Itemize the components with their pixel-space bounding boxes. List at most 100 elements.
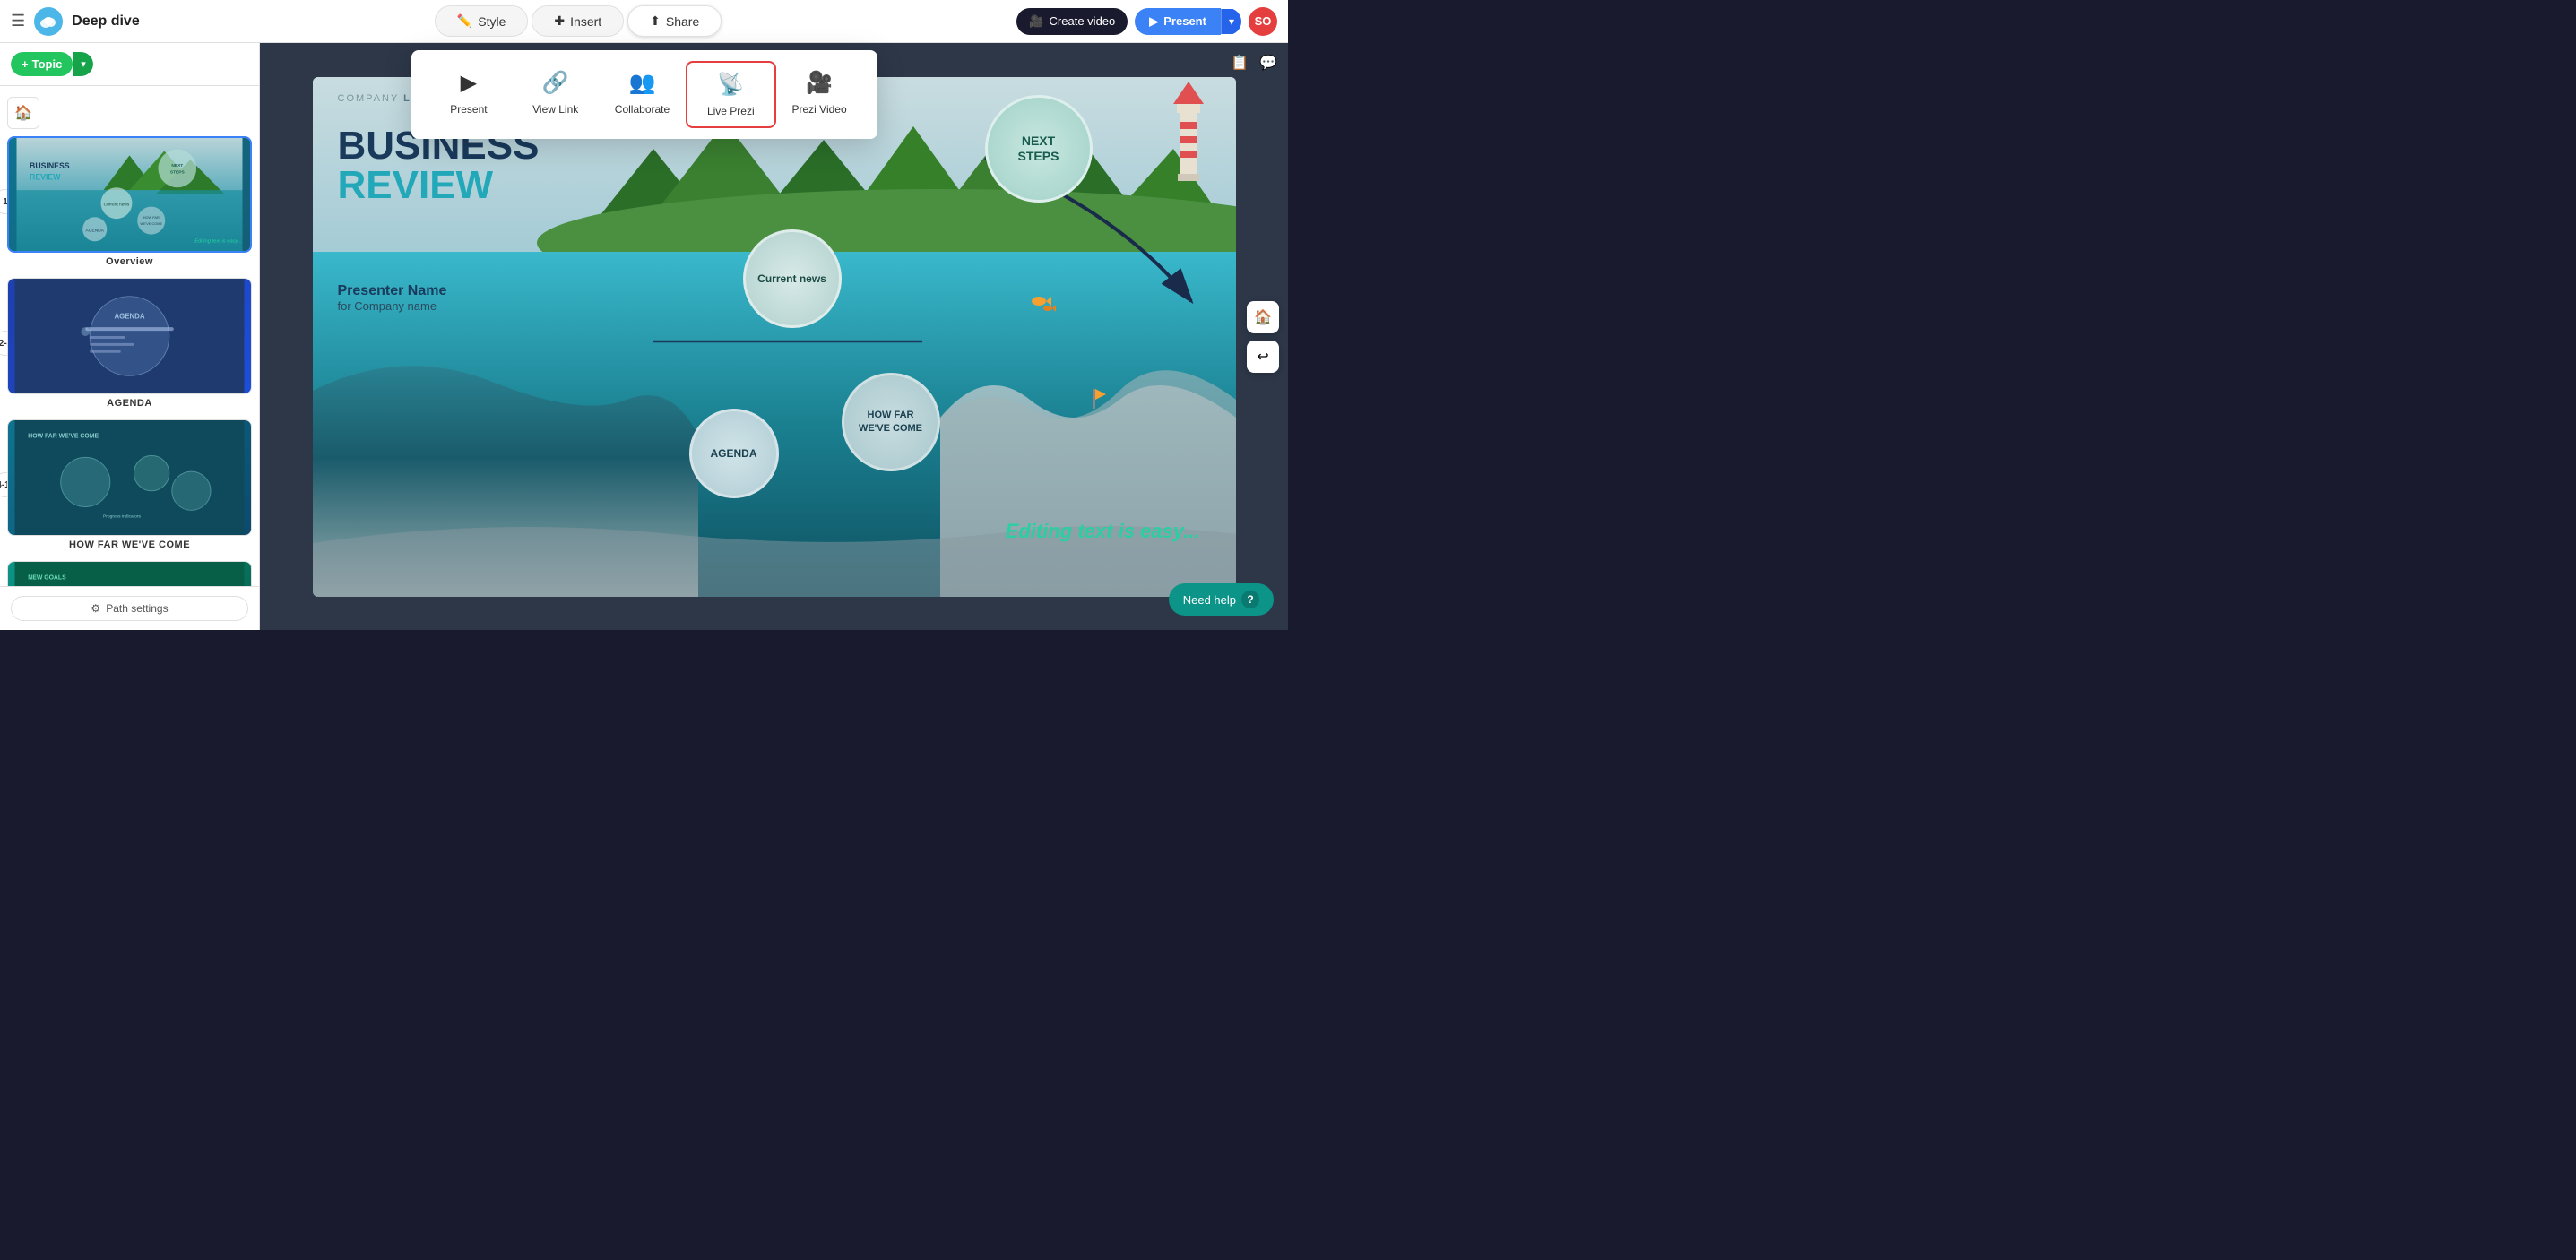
topic-button[interactable]: + Topic [11, 52, 73, 76]
notes-icon[interactable]: 📋 [1227, 50, 1252, 75]
sidebar-list: 🏠 1 [0, 86, 259, 586]
how-far-line2: WE'VE COME [859, 422, 922, 435]
thumb-content-newgoals: NEW GOALS [8, 562, 251, 586]
how-far-circle[interactable]: HOW FAR WE'VE COME [842, 373, 940, 471]
canvas-toolbar: 📋 💬 [1227, 50, 1281, 75]
avatar: SO [1249, 7, 1277, 36]
slide-main: COMPANY LOGO BUSINESS REVIEW Presenter N… [313, 77, 1236, 597]
slide-thumb-newgoals: NEW GOALS [7, 561, 252, 586]
svg-text:Progress indicators: Progress indicators [103, 513, 142, 519]
share-label: Share [666, 14, 699, 29]
live-prezi-icon: 📡 [717, 72, 744, 98]
svg-text:WE'VE COME: WE'VE COME [140, 221, 162, 226]
presenter-info: Presenter Name for Company name [338, 283, 447, 313]
share-present-label: Present [450, 103, 487, 116]
svg-text:STEPS: STEPS [170, 170, 186, 176]
insert-icon: ✚ [554, 13, 565, 29]
slide-label-howfar: HOW FAR WE'VE COME [7, 539, 252, 550]
topbar-center: ✏️ Style ✚ Insert ⬆ Share [151, 5, 1007, 37]
insert-label: Insert [570, 14, 601, 29]
share-item-present[interactable]: ▶ Present [426, 61, 513, 128]
svg-text:AGENDA: AGENDA [114, 312, 144, 320]
svg-text:HOW FAR WE'VE COME: HOW FAR WE'VE COME [28, 434, 99, 440]
tab-insert[interactable]: ✚ Insert [532, 5, 624, 37]
present-label: Present [1163, 14, 1206, 28]
slide-label-agenda: AGENDA [7, 398, 252, 409]
create-video-button[interactable]: 🎥 Create video [1016, 8, 1128, 35]
present-dropdown-icon: ▶ [461, 70, 477, 96]
sidebar: + Topic ▾ 🏠 1 [0, 43, 260, 630]
share-item-viewlink[interactable]: 🔗 View Link [512, 61, 599, 128]
topic-dropdown-button[interactable]: ▾ [73, 52, 93, 76]
home-icon-button[interactable]: 🏠 [7, 97, 39, 129]
app-title: Deep dive [72, 13, 140, 30]
topbar: ☰ Deep dive ✏️ Style ✚ Insert ⬆ Share 🎥 … [0, 0, 1288, 43]
thumb-content-overview: BUSINESS REVIEW NEXT STEPS Current news … [9, 138, 250, 251]
svg-text:Editing text is easy...: Editing text is easy... [194, 238, 242, 244]
need-help-question-icon: ? [1241, 591, 1259, 608]
present-button-group: ▶ Present ▾ [1135, 8, 1241, 35]
style-icon: ✏️ [457, 13, 472, 29]
tab-style[interactable]: ✏️ Style [435, 5, 529, 37]
need-help-label: Need help [1183, 593, 1236, 607]
share-icon: ⬆ [650, 13, 661, 29]
need-help-button[interactable]: Need help ? [1169, 583, 1274, 616]
svg-text:BUSINESS: BUSINESS [30, 161, 70, 170]
share-dropdown: ▶ Present 🔗 View Link 👥 Collaborate 📡 Li… [411, 50, 877, 139]
plus-icon: + [22, 57, 29, 71]
video-camera-icon: 🎥 [1029, 14, 1043, 29]
topic-label: Topic [32, 57, 63, 71]
sidebar-footer: ⚙ Path settings [0, 586, 259, 630]
svg-text:NEXT: NEXT [171, 163, 183, 168]
share-collaborate-label: Collaborate [615, 103, 670, 116]
slide-item-newgoals[interactable]: 12-20 NEW GOALS NEW GOALS [7, 561, 252, 586]
slide-label-overview: Overview [7, 256, 252, 267]
slide-item-agenda[interactable]: 2-3 AGENDA [7, 278, 252, 409]
share-item-prezivideo[interactable]: 🎥 Prezi Video [776, 61, 863, 128]
share-item-collaborate[interactable]: 👥 Collaborate [599, 61, 686, 128]
collaborate-icon: 👥 [629, 70, 656, 96]
company-name: for Company name [338, 299, 447, 313]
share-liveprezi-label: Live Prezi [707, 105, 755, 117]
comments-icon[interactable]: 💬 [1256, 50, 1281, 75]
share-viewlink-label: View Link [532, 103, 578, 116]
next-steps-line1: NEXT [1018, 134, 1059, 149]
agenda-circle[interactable]: AGENDA [689, 409, 779, 498]
hamburger-icon[interactable]: ☰ [11, 12, 25, 30]
thumb-content-agenda: AGENDA [8, 279, 251, 393]
presenter-name: Presenter Name [338, 283, 447, 299]
prezi-video-icon: 🎥 [806, 70, 833, 96]
share-prezivideo-label: Prezi Video [792, 103, 847, 116]
current-news-label: Current news [757, 272, 826, 285]
right-nav: 🏠 ↩ [1247, 301, 1279, 373]
svg-text:REVIEW: REVIEW [30, 173, 61, 182]
app-logo [34, 7, 63, 36]
svg-text:NEW GOALS: NEW GOALS [28, 575, 66, 582]
svg-text:HOW FAR: HOW FAR [143, 215, 160, 220]
topbar-left: ☰ Deep dive [11, 7, 140, 36]
style-label: Style [478, 14, 506, 29]
path-settings-icon: ⚙ [91, 602, 100, 615]
next-steps-line2: STEPS [1018, 149, 1059, 164]
sidebar-header: + Topic ▾ [0, 43, 259, 86]
right-home-button[interactable]: 🏠 [1247, 301, 1279, 333]
thumb-content-howfar: HOW FAR WE'VE COME Progress indicators [8, 420, 251, 535]
svg-text:Current news: Current news [104, 203, 130, 208]
topbar-right: 🎥 Create video ▶ Present ▾ SO [1016, 7, 1277, 36]
slide-item-howfar[interactable]: 4-11 HOW FAR WE'VE COME Progress indicat… [7, 419, 252, 550]
present-button[interactable]: ▶ Present [1135, 8, 1221, 35]
tab-share[interactable]: ⬆ Share [627, 5, 722, 37]
path-settings-button[interactable]: ⚙ Path settings [11, 596, 248, 621]
next-steps-circle[interactable]: NEXT STEPS [985, 95, 1093, 203]
play-icon: ▶ [1149, 14, 1158, 29]
right-back-button[interactable]: ↩ [1247, 341, 1279, 373]
present-dropdown-button[interactable]: ▾ [1221, 9, 1241, 34]
link-icon: 🔗 [542, 70, 569, 96]
how-far-line1: HOW FAR [859, 409, 922, 421]
slide-item-overview[interactable]: 1 [7, 136, 252, 267]
current-news-circle[interactable]: Current news [743, 229, 842, 328]
path-settings-label: Path settings [106, 602, 168, 615]
agenda-label: AGENDA [710, 447, 756, 460]
share-item-liveprezi[interactable]: 📡 Live Prezi [686, 61, 776, 128]
create-video-label: Create video [1050, 14, 1116, 28]
